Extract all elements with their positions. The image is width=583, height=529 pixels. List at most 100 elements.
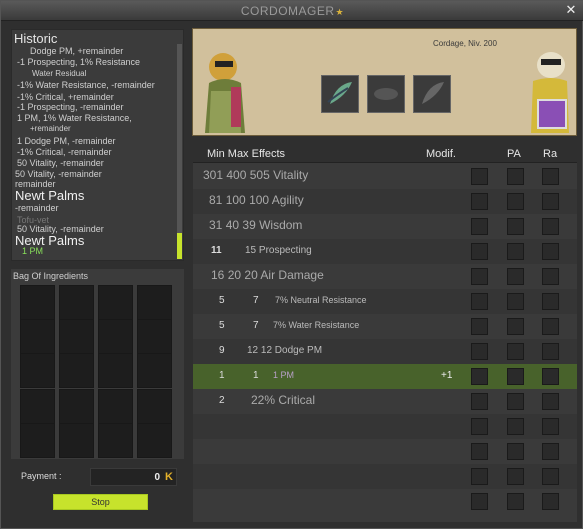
historic-scroll-thumb[interactable] <box>177 233 182 259</box>
modif-checkbox[interactable] <box>471 268 488 285</box>
historic-line: -1 Prospecting, -remainder <box>17 102 124 112</box>
ingredient-slot[interactable] <box>20 389 55 424</box>
modif-checkbox[interactable] <box>471 393 488 410</box>
pa-checkbox[interactable] <box>507 193 524 210</box>
historic-line: +remainder <box>30 124 71 133</box>
effect-max: 7 <box>253 295 259 306</box>
rune-item-slot[interactable] <box>367 75 405 113</box>
historic-line: 1 Dodge PM, -remainder <box>17 136 116 146</box>
title-bar[interactable]: CORDOMAGER★ ✕ <box>1 1 583 21</box>
ra-checkbox[interactable] <box>542 218 559 235</box>
ingredient-slot[interactable] <box>98 353 133 388</box>
modif-checkbox[interactable] <box>471 493 488 510</box>
ingredient-slot[interactable] <box>98 319 133 354</box>
effect-name: 7% Neutral Resistance <box>275 295 367 305</box>
effect-row[interactable]: 301 400 505 Vitality <box>193 164 577 189</box>
ra-checkbox[interactable] <box>542 443 559 460</box>
effect-row[interactable]: 11 15 Prospecting <box>193 239 577 264</box>
ingredient-slot[interactable] <box>98 389 133 424</box>
pa-checkbox[interactable] <box>507 268 524 285</box>
effect-name: 22% Critical <box>251 393 316 407</box>
ra-checkbox[interactable] <box>542 393 559 410</box>
modif-checkbox[interactable] <box>471 468 488 485</box>
effect-minmax: 16 20 20 Air Damage <box>211 268 324 282</box>
effect-name: 7% Water Resistance <box>273 320 360 330</box>
historic-line: -1% Critical, +remainder <box>17 92 114 102</box>
ra-checkbox[interactable] <box>542 468 559 485</box>
crafter-nickname: Cordage, Niv. 200 <box>433 39 497 48</box>
empty-row <box>193 489 577 514</box>
ingredient-slot[interactable] <box>59 353 94 388</box>
effect-row[interactable]: 81 100 100 Agility <box>193 189 577 214</box>
modif-header: Modif. <box>426 148 456 160</box>
target-item-slot[interactable] <box>321 75 359 113</box>
modif-checkbox[interactable] <box>471 443 488 460</box>
pa-checkbox[interactable] <box>507 418 524 435</box>
ra-header: Ra <box>543 148 558 160</box>
effect-row[interactable]: 5 7 7% Water Resistance <box>193 314 577 339</box>
pa-checkbox[interactable] <box>507 293 524 310</box>
payment-field[interactable]: 0 K <box>90 468 177 486</box>
ra-checkbox[interactable] <box>542 168 559 185</box>
ingredient-slot[interactable] <box>20 319 55 354</box>
ingredient-slot[interactable] <box>137 319 172 354</box>
effect-row-selected[interactable]: 1 1 1 PM +1 <box>193 364 577 389</box>
pa-checkbox[interactable] <box>507 493 524 510</box>
effect-row[interactable]: 31 40 39 Wisdom <box>193 214 577 239</box>
pa-checkbox[interactable] <box>507 443 524 460</box>
ingredient-slot[interactable] <box>137 285 172 320</box>
ra-checkbox[interactable] <box>542 418 559 435</box>
stop-button[interactable]: Stop <box>53 494 148 510</box>
pa-checkbox[interactable] <box>507 393 524 410</box>
effect-minmax: 31 40 39 Wisdom <box>209 218 303 232</box>
ingredient-slot[interactable] <box>98 285 133 320</box>
ra-checkbox[interactable] <box>542 368 559 385</box>
historic-scrollbar[interactable] <box>177 44 182 258</box>
pa-checkbox[interactable] <box>507 168 524 185</box>
ingredient-slot[interactable] <box>20 353 55 388</box>
effect-minmax: 12 12 Dodge PM <box>247 345 323 356</box>
effect-row[interactable]: 2 22% Critical <box>193 389 577 414</box>
effect-row[interactable]: 5 7 7% Neutral Resistance <box>193 289 577 314</box>
pa-checkbox[interactable] <box>507 468 524 485</box>
ingredient-slot[interactable] <box>137 389 172 424</box>
kama-icon: K <box>165 471 173 483</box>
ra-checkbox[interactable] <box>542 343 559 360</box>
ingredient-slot[interactable] <box>20 423 55 458</box>
pa-checkbox[interactable] <box>507 218 524 235</box>
ingredient-slot[interactable] <box>20 285 55 320</box>
signature-item-slot[interactable] <box>413 75 451 113</box>
ra-checkbox[interactable] <box>542 193 559 210</box>
ra-checkbox[interactable] <box>542 293 559 310</box>
close-icon[interactable]: ✕ <box>564 3 578 17</box>
pa-checkbox[interactable] <box>507 368 524 385</box>
ingredient-slot[interactable] <box>59 423 94 458</box>
ingredient-slot[interactable] <box>137 353 172 388</box>
ingredient-slot[interactable] <box>59 285 94 320</box>
modif-checkbox[interactable] <box>471 243 488 260</box>
effect-row[interactable]: 9 12 12 Dodge PM <box>193 339 577 364</box>
modif-checkbox[interactable] <box>471 293 488 310</box>
modif-checkbox[interactable] <box>471 193 488 210</box>
ra-checkbox[interactable] <box>542 243 559 260</box>
ra-checkbox[interactable] <box>542 318 559 335</box>
pa-checkbox[interactable] <box>507 243 524 260</box>
bag-title: Bag Of Ingredients <box>11 269 184 283</box>
modif-checkbox[interactable] <box>471 218 488 235</box>
ra-checkbox[interactable] <box>542 493 559 510</box>
modif-checkbox[interactable] <box>471 343 488 360</box>
pa-checkbox[interactable] <box>507 343 524 360</box>
effect-min: 11 <box>211 245 222 256</box>
modif-checkbox[interactable] <box>471 418 488 435</box>
ingredient-slot[interactable] <box>59 389 94 424</box>
modif-checkbox[interactable] <box>471 318 488 335</box>
ingredient-slot[interactable] <box>59 319 94 354</box>
modif-checkbox[interactable] <box>471 368 488 385</box>
modif-checkbox[interactable] <box>471 168 488 185</box>
ingredient-slot[interactable] <box>98 423 133 458</box>
character-banner: Cordage, Niv. 200 <box>192 28 577 136</box>
ingredient-slot[interactable] <box>137 423 172 458</box>
pa-checkbox[interactable] <box>507 318 524 335</box>
effect-row[interactable]: 16 20 20 Air Damage <box>193 264 577 289</box>
ra-checkbox[interactable] <box>542 268 559 285</box>
